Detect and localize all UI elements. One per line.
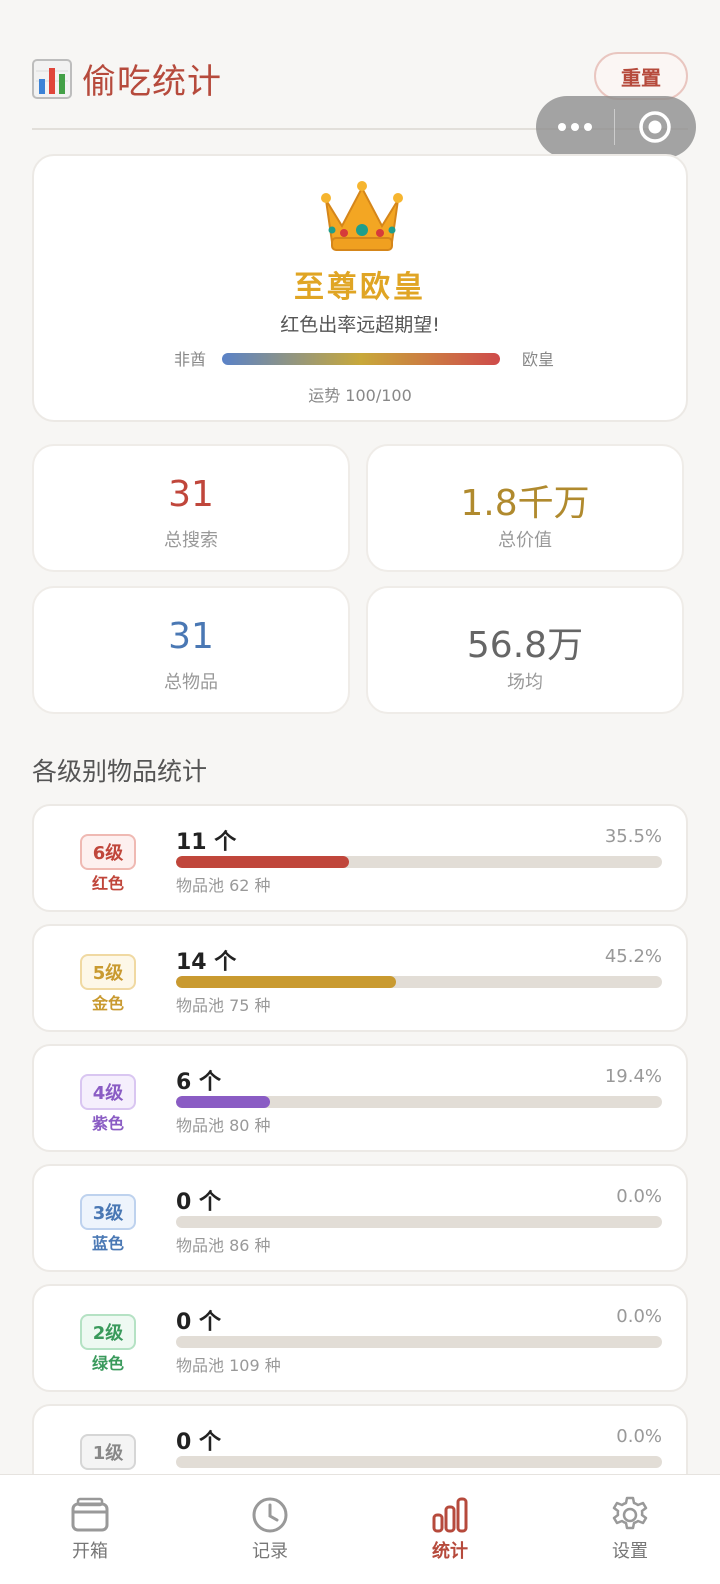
tier-progress-track xyxy=(176,856,662,868)
tier-card-2: 2级 绿色 0 个 0.0% 物品池 109 种 xyxy=(32,1284,688,1392)
luck-gradient-bar xyxy=(222,353,500,365)
tier-count: 0 个 xyxy=(176,1430,221,1455)
tier-percent: 0.0% xyxy=(616,1426,662,1447)
tier-count: 14 个 xyxy=(176,950,237,975)
tier-color-name: 金色 xyxy=(91,994,124,1013)
tier-badge: 3级 xyxy=(80,1194,136,1230)
tier-card-3: 3级 蓝色 0 个 0.0% 物品池 86 种 xyxy=(32,1164,688,1272)
tier-progress-track xyxy=(176,1456,662,1468)
tier-color-name: 蓝色 xyxy=(91,1234,124,1253)
tier-progress-track xyxy=(176,976,662,988)
tier-pool: 物品池 62 种 xyxy=(176,876,271,895)
gear-icon xyxy=(612,1496,648,1530)
tier-percent: 0.0% xyxy=(616,1306,662,1327)
stat-label: 总搜索 xyxy=(164,530,218,551)
tier-pool: 物品池 75 种 xyxy=(176,996,271,1015)
tier-card-6: 6级 红色 11 个 35.5% 物品池 62 种 xyxy=(32,804,688,912)
tier-badge: 6级 xyxy=(80,834,136,870)
tab-settings[interactable]: 设置 xyxy=(540,1475,720,1584)
tab-open-box[interactable]: 开箱 xyxy=(0,1475,180,1584)
tab-label: 统计 xyxy=(432,1541,468,1562)
stat-value: 56.8万 xyxy=(466,625,584,666)
tab-label: 开箱 xyxy=(72,1541,108,1562)
miniprogram-capsule xyxy=(536,96,696,158)
section-title: 各级别物品统计 xyxy=(32,757,208,786)
tier-progress-track xyxy=(176,1336,662,1348)
crown-icon xyxy=(321,181,403,251)
stat-card-total-search: 31 总搜索 xyxy=(32,444,350,572)
tier-percent: 0.0% xyxy=(616,1186,662,1207)
box-icon xyxy=(71,1497,109,1532)
tier-pool: 物品池 109 种 xyxy=(176,1356,281,1375)
tier-count: 11 个 xyxy=(176,830,237,855)
tier-color-name: 紫色 xyxy=(91,1114,124,1133)
tab-label: 设置 xyxy=(612,1541,648,1562)
stat-label: 总价值 xyxy=(498,530,552,551)
clock-icon xyxy=(252,1497,288,1533)
tier-badge: 4级 xyxy=(80,1074,136,1110)
tier-color-name: 绿色 xyxy=(91,1354,124,1373)
tier-progress-track xyxy=(176,1216,662,1228)
tier-percent: 35.5% xyxy=(604,826,662,847)
luck-left-label: 非酋 xyxy=(174,350,207,369)
stat-value: 31 xyxy=(168,474,214,515)
stat-card-total-value: 1.8千万 总价值 xyxy=(366,444,684,572)
tab-label: 记录 xyxy=(252,1541,288,1562)
bar-chart-icon xyxy=(432,1497,468,1533)
stat-label: 场均 xyxy=(507,672,543,693)
stat-label: 总物品 xyxy=(164,672,218,693)
close-miniprogram-icon[interactable] xyxy=(615,109,695,145)
tier-percent: 45.2% xyxy=(604,946,662,967)
stat-value: 31 xyxy=(168,616,214,657)
tier-count: 0 个 xyxy=(176,1310,221,1335)
tier-count: 0 个 xyxy=(176,1190,221,1215)
tier-pool: 物品池 80 种 xyxy=(176,1116,271,1135)
tier-count: 6 个 xyxy=(176,1070,221,1095)
bottom-tab-bar: 开箱 记录 统计 设置 xyxy=(0,1474,720,1584)
tier-card-4: 4级 紫色 6 个 19.4% 物品池 80 种 xyxy=(32,1044,688,1152)
tier-progress-fill xyxy=(176,976,396,988)
title-text: 偷吃统计 xyxy=(82,62,222,102)
page-title: 偷吃统计 xyxy=(32,54,222,103)
luck-subtitle: 红色出率远超期望! xyxy=(280,314,440,336)
stat-card-total-items: 31 总物品 xyxy=(32,586,350,714)
tier-percent: 19.4% xyxy=(604,1066,662,1087)
stat-card-average: 56.8万 场均 xyxy=(366,586,684,714)
luck-meter: 非酋 欧皇 xyxy=(174,346,554,370)
luck-card: 至尊欧皇 红色出率远超期望! 非酋 欧皇 运势 100/100 xyxy=(32,154,688,422)
tier-pool: 物品池 86 种 xyxy=(176,1236,271,1255)
tier-badge: 5级 xyxy=(80,954,136,990)
stat-value: 1.8千万 xyxy=(460,483,590,524)
tab-records[interactable]: 记录 xyxy=(180,1475,360,1584)
luck-title: 至尊欧皇 xyxy=(294,270,426,305)
bar-chart-icon xyxy=(32,58,72,99)
luck-score: 运势 100/100 xyxy=(308,386,412,405)
tier-progress-fill xyxy=(176,856,349,868)
reset-button[interactable]: 重置 xyxy=(594,52,688,100)
tier-color-name: 红色 xyxy=(91,874,124,893)
more-menu-icon[interactable] xyxy=(536,123,614,131)
tier-card-5: 5级 金色 14 个 45.2% 物品池 75 种 xyxy=(32,924,688,1032)
tab-stats[interactable]: 统计 xyxy=(360,1475,540,1584)
tier-badge: 2级 xyxy=(80,1314,136,1350)
luck-right-label: 欧皇 xyxy=(521,350,554,369)
tier-badge: 1级 xyxy=(80,1434,136,1470)
tier-progress-track xyxy=(176,1096,662,1108)
tier-progress-fill xyxy=(176,1096,271,1108)
